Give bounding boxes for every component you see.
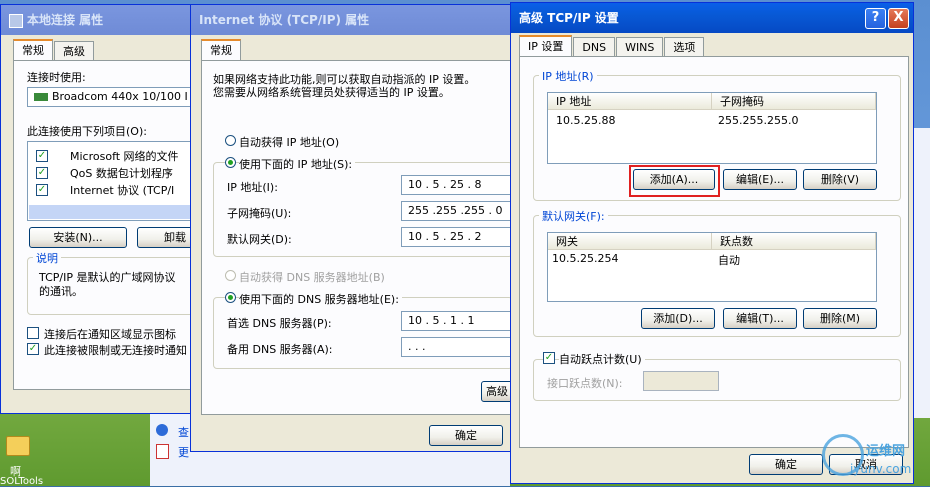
manual-ip-radio[interactable] (225, 157, 236, 168)
auto-metric-checkbox[interactable]: ✓ (543, 352, 555, 364)
list-item[interactable]: Microsoft 网络的文件 (70, 148, 179, 164)
info-icon[interactable] (156, 424, 168, 436)
side-link-2[interactable]: 更 (178, 444, 189, 460)
connect-using-label: 连接时使用: (27, 71, 86, 84)
default-gateway-group-label: 默认网关(F): (539, 208, 608, 224)
column-ip-address[interactable]: IP 地址 (548, 93, 712, 110)
dns2-label: 备用 DNS 服务器(A): (227, 343, 333, 356)
manual-dns-label: 使用下面的 DNS 服务器地址(E): (239, 291, 402, 307)
dns-group (213, 297, 513, 369)
title-bar[interactable]: 本地连接 属性 (1, 5, 199, 35)
dns1-label: 首选 DNS 服务器(P): (227, 317, 332, 330)
show-icon-checkbox[interactable] (27, 327, 39, 339)
item-checkbox-1[interactable]: ✓ (36, 150, 48, 162)
notify-checkbox[interactable]: ✓ (27, 343, 39, 355)
preferred-dns-field[interactable]: 10 . 5 . 1 . 1 (401, 311, 513, 331)
auto-metric-label: 自动跃点计数(U) (559, 351, 645, 367)
window-title: Internet 协议 (TCP/IP) 属性 (199, 13, 370, 27)
gateway-edit-button[interactable]: 编辑(T)... (723, 308, 797, 329)
desktop-icon-label-2: SOLTools (0, 476, 44, 487)
title-bar[interactable]: Internet 协议 (TCP/IP) 属性 (191, 5, 519, 35)
horizontal-scrollbar[interactable] (29, 205, 195, 219)
side-link-1[interactable]: 查 (178, 424, 189, 440)
ip-delete-button[interactable]: 删除(V) (803, 169, 877, 190)
interface-metric-label: 接口跃点数(N): (547, 377, 623, 390)
background-window-edge (914, 128, 930, 418)
item-checkbox-2[interactable]: ✓ (36, 167, 48, 179)
gateway-label: 默认网关(D): (227, 233, 292, 246)
notify-label: 此连接被限制或无连接时通知 (44, 344, 187, 357)
ok-button[interactable]: 确定 (429, 425, 503, 446)
ip-label: IP 地址(I): (227, 181, 278, 194)
tcpip-properties-window: Internet 协议 (TCP/IP) 属性 常规 如果网络支持此功能,则可以… (190, 4, 520, 452)
auto-dns-label: 自动获得 DNS 服务器地址(B) (239, 271, 385, 284)
column-metric[interactable]: 跃点数 (712, 233, 876, 250)
help-button[interactable]: ? (865, 8, 886, 29)
column-subnet-mask[interactable]: 子网掩码 (712, 93, 876, 110)
gateway-add-button[interactable]: 添加(D)... (641, 308, 715, 329)
subnet-mask-field[interactable]: 255 .255 .255 . 0 (401, 201, 513, 221)
title-bar[interactable]: 高级 TCP/IP 设置 (511, 3, 913, 33)
highlight-box (629, 165, 720, 197)
install-button[interactable]: 安装(N)... (29, 227, 127, 248)
watermark-domain: iyunv.com (850, 462, 912, 476)
folder-icon[interactable] (6, 436, 30, 456)
advanced-tcpip-settings-window: 高级 TCP/IP 设置 ? X IP 设置 DNS WINS 选项 IP 地址… (510, 2, 914, 484)
window-title: 高级 TCP/IP 设置 (519, 11, 619, 25)
ip-edit-button[interactable]: 编辑(E)... (723, 169, 797, 190)
ip-address-field[interactable]: 10 . 5 . 25 . 8 (401, 175, 513, 195)
description-text-2: 的通讯。 (39, 285, 83, 298)
auto-ip-radio[interactable] (225, 135, 236, 146)
item-checkbox-3[interactable]: ✓ (36, 184, 48, 196)
gateway-delete-button[interactable]: 删除(M) (803, 308, 877, 329)
gateway-row-address[interactable]: 10.5.25.254 (552, 252, 619, 265)
show-icon-label: 连接后在通知区域显示图标 (44, 328, 176, 341)
ok-button[interactable]: 确定 (749, 454, 823, 475)
adapter-name: Broadcom 440x 10/100 I (52, 90, 188, 103)
description-group-label: 说明 (33, 250, 61, 266)
close-button[interactable]: X (888, 8, 909, 29)
list-item[interactable]: Internet 协议 (TCP/I (70, 182, 174, 198)
column-gateway[interactable]: 网关 (548, 233, 712, 250)
ip-address-group-label: IP 地址(R) (539, 68, 597, 84)
local-connection-properties-window: 本地连接 属性 常规 高级 连接时使用: Broadcom 440x 10/10… (0, 4, 207, 414)
ip-row-mask[interactable]: 255.255.255.0 (718, 114, 798, 127)
gateway-list[interactable]: 网关 跃点数 10.5.25.254 自动 (547, 232, 877, 302)
items-label: 此连接使用下列项目(O): (27, 125, 147, 138)
gateway-row-metric[interactable]: 自动 (718, 252, 740, 268)
tab-advanced[interactable]: 高级 (54, 41, 94, 61)
mask-label: 子网掩码(U): (227, 207, 292, 220)
list-item[interactable]: QoS 数据包计划程序 (70, 165, 173, 181)
network-icon (9, 13, 23, 28)
manual-dns-radio[interactable] (225, 292, 236, 303)
ip-address-list[interactable]: IP 地址 子网掩码 10.5.25.88 255.255.255.0 (547, 92, 877, 164)
tab-wins[interactable]: WINS (616, 37, 664, 57)
auto-dns-radio[interactable] (225, 270, 236, 281)
adapter-field: Broadcom 440x 10/100 I (27, 87, 197, 107)
tab-dns[interactable]: DNS (573, 37, 616, 57)
tab-options[interactable]: 选项 (664, 37, 705, 57)
doc-icon[interactable] (156, 444, 169, 459)
intro-text-2: 您需要从网络系统管理员处获得适当的 IP 设置。 (213, 86, 450, 99)
adapter-icon (34, 93, 48, 101)
ip-row-address[interactable]: 10.5.25.88 (556, 114, 615, 127)
alternate-dns-field[interactable]: . . . (401, 337, 513, 357)
window-title: 本地连接 属性 (27, 13, 104, 27)
interface-metric-field[interactable] (643, 371, 719, 391)
manual-ip-label: 使用下面的 IP 地址(S): (239, 156, 356, 172)
default-gateway-field[interactable]: 10 . 5 . 25 . 2 (401, 227, 513, 247)
watermark-text: 运维网 (866, 444, 906, 459)
auto-ip-label: 自动获得 IP 地址(O) (239, 136, 340, 149)
components-list[interactable]: ✓ Microsoft 网络的文件 ✓ QoS 数据包计划程序 ✓ Intern… (27, 141, 197, 221)
